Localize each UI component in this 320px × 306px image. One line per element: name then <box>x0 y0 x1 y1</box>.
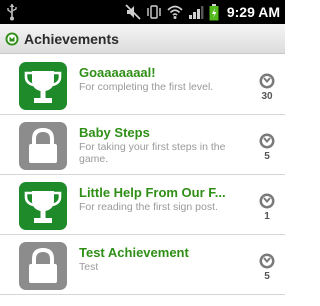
achievement-description: For taking your first steps in the game. <box>79 141 226 165</box>
achievement-description: For completing the first level. <box>79 81 214 93</box>
achievement-points: 5 <box>264 151 270 162</box>
points-icon <box>257 133 277 149</box>
status-bar: 9:29 AM <box>0 0 285 24</box>
trophy-icon <box>19 182 67 230</box>
achievement-points: 30 <box>261 91 273 102</box>
achievement-name: Little Help From Our F... <box>79 185 226 200</box>
achievement-row[interactable]: Baby Steps For taking your first steps i… <box>0 115 285 175</box>
status-time: 9:29 AM <box>226 4 280 20</box>
title-bar: Achievements <box>0 24 285 54</box>
wifi-icon <box>167 4 183 20</box>
achievement-row[interactable]: Little Help From Our F... For reading th… <box>0 175 285 235</box>
battery-icon <box>209 3 219 21</box>
achievement-description: Test <box>79 261 99 273</box>
lock-icon <box>19 122 67 170</box>
achievement-points: 1 <box>264 211 270 222</box>
mute-icon <box>125 4 141 20</box>
achievement-list: Goaaaaaaal! For completing the first lev… <box>0 55 285 295</box>
page-title: Achievements <box>24 30 119 47</box>
achievement-description: For reading the first sign post. <box>79 201 218 213</box>
achievement-row[interactable]: Goaaaaaaal! For completing the first lev… <box>0 55 285 115</box>
points-icon <box>257 253 277 269</box>
points-icon <box>257 193 277 209</box>
achievement-name: Test Achievement <box>79 245 189 260</box>
points-icon <box>257 73 277 89</box>
lock-icon <box>19 242 67 290</box>
achievement-badge-icon <box>5 32 19 46</box>
signal-icon <box>188 4 204 20</box>
vibrate-icon <box>146 4 162 20</box>
achievement-name: Goaaaaaaal! <box>79 65 156 80</box>
trophy-icon <box>19 62 67 110</box>
usb-icon <box>6 3 18 21</box>
achievement-points: 5 <box>264 271 270 282</box>
achievement-row[interactable]: Test Achievement Test 5 <box>0 235 285 295</box>
achievement-name: Baby Steps <box>79 125 150 140</box>
